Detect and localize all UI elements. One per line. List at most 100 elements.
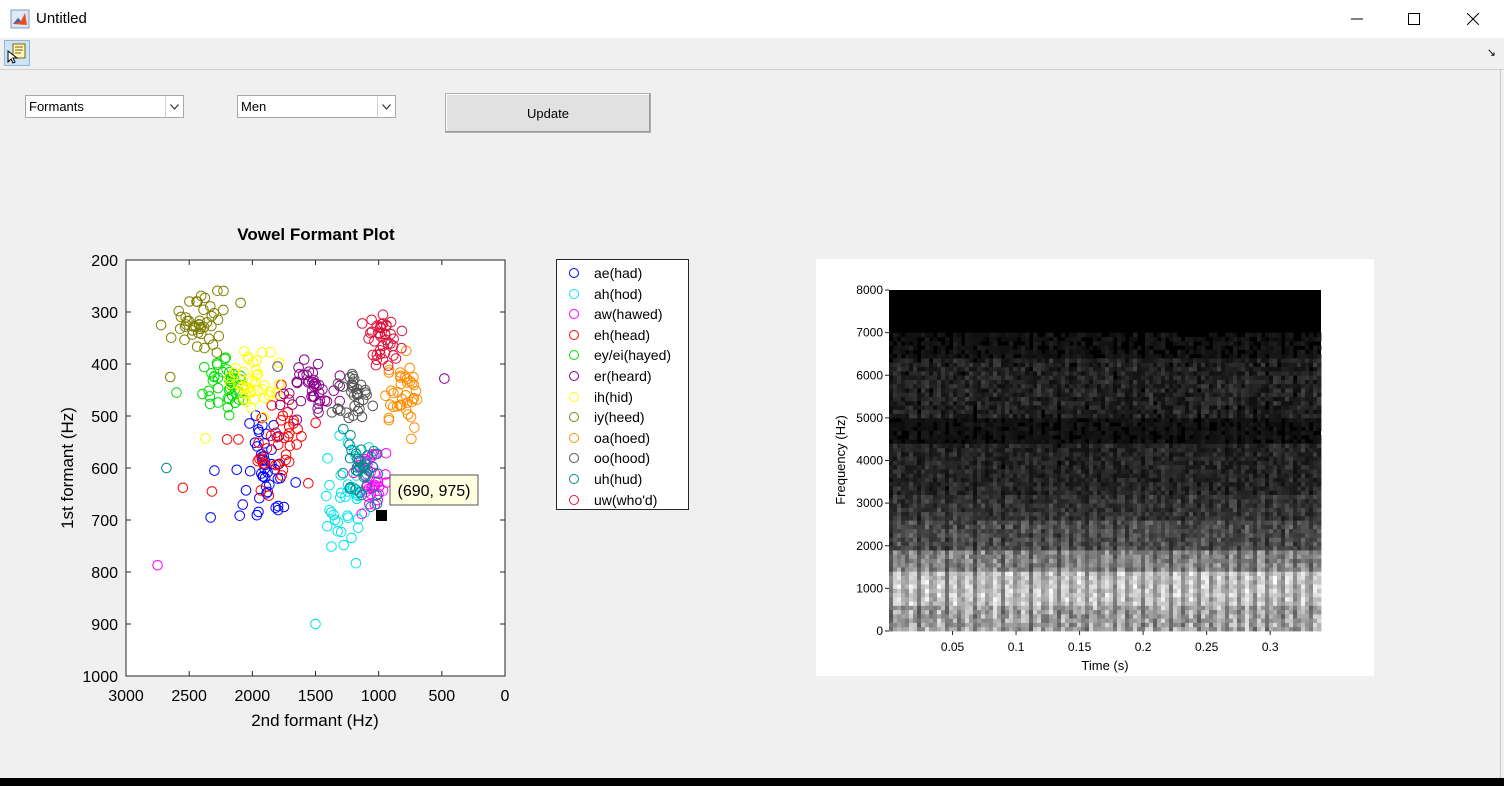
spectrogram-cell (969, 383, 974, 389)
spectrogram-cell (909, 358, 914, 363)
spectrogram-cell (1101, 588, 1106, 594)
legend-item[interactable]: uw(who'd) (569, 490, 657, 510)
spectrogram-cell (965, 507, 970, 513)
spectrogram-cell (1041, 434, 1046, 440)
spectrogram-cell (1045, 349, 1050, 355)
close-button[interactable] (1450, 0, 1496, 38)
legend[interactable]: ae(had) ah(hod) aw(hawed) eh(head) ey/ei(hay… (556, 259, 689, 510)
spectrogram-cell (1137, 439, 1142, 444)
spectrogram-cell (1037, 486, 1042, 491)
spectrogram-cell (1141, 430, 1146, 436)
legend-item[interactable]: er(heard) (569, 366, 652, 386)
spectrogram-cell (969, 473, 974, 478)
spectrogram-cell (1005, 413, 1010, 419)
spectrogram-cell (1129, 413, 1134, 419)
spectrogram-cell (901, 447, 906, 453)
spectrogram-cell (1129, 362, 1134, 368)
spectrogram-cell (973, 503, 978, 508)
spectrogram-cell (953, 567, 958, 572)
spectrogram-cell (901, 584, 906, 589)
spectrogram-cell (953, 524, 958, 530)
plot-type-dropdown[interactable]: Formants (25, 95, 184, 118)
spectrogram-cell (1069, 349, 1074, 355)
spectrogram-cell (1045, 405, 1050, 410)
legend-item[interactable]: oa(hoed) (569, 428, 650, 448)
toolbar-dock-arrow[interactable]: ↘ (1487, 46, 1496, 59)
spectrogram-cell (1081, 601, 1086, 606)
spectrogram-cell (961, 447, 966, 453)
spectrogram-cell (1061, 426, 1066, 432)
spectrogram-cell (1049, 575, 1054, 581)
spectrogram-cell (1141, 609, 1146, 615)
spectrogram-cell (1077, 545, 1082, 551)
spectrogram-plot[interactable]: 0.05 0.1 0.15 0.2 0.25 0.30100020003000400050… (816, 259, 1374, 676)
spectrogram-cell (973, 558, 978, 564)
spectrogram-cell (1113, 379, 1118, 385)
spectrogram-cell (993, 507, 998, 513)
spectrogram-cell (909, 473, 914, 478)
spectrogram-cell (1141, 456, 1146, 461)
spectrogram-cell (1109, 524, 1114, 530)
spectrogram-cell (1105, 469, 1110, 474)
spectrogram-cell (961, 353, 966, 359)
spectrogram-cell (1065, 400, 1070, 406)
legend-item[interactable]: ih(hid) (569, 387, 633, 407)
spectrogram-cell (893, 613, 898, 619)
spectrogram-cell (905, 520, 910, 525)
spectrogram-cell (925, 503, 930, 508)
legend-item[interactable]: iy(heed) (569, 407, 645, 427)
group-dropdown[interactable]: Men (237, 95, 396, 118)
spectrogram-cell (961, 396, 966, 402)
legend-item[interactable]: ae(had) (569, 263, 642, 283)
formant-scatter-plot[interactable]: 3000 2500 2000 1500 1000 500 02003004005006007… (50, 250, 530, 735)
minimize-button[interactable] (1334, 0, 1380, 38)
spectrogram-cell (1057, 464, 1062, 470)
spectrogram-cell (889, 575, 894, 581)
spectrogram-cell (1001, 571, 1006, 576)
spectrogram-cell (913, 439, 918, 444)
spectrogram-cell (1041, 571, 1046, 576)
spectrogram-cell (945, 358, 950, 363)
legend-item[interactable]: ah(hod) (569, 284, 642, 304)
spectrogram-cell (1141, 503, 1146, 508)
spectrogram-cell (1085, 507, 1090, 513)
spectrogram-cell (925, 456, 930, 461)
spectrogram-cell (961, 622, 966, 628)
spectrogram-cell (1129, 486, 1134, 491)
spectrogram-cell (985, 524, 990, 530)
spectrogram-cell (1113, 601, 1118, 606)
spectrogram-cell (973, 443, 978, 449)
spectrogram-cell (1037, 481, 1042, 487)
spectrogram-cell (917, 413, 922, 419)
spectrogram-cell (1141, 392, 1146, 397)
plot-type-value: Formants (29, 99, 84, 114)
spectrogram-cell (1077, 494, 1082, 500)
maximize-button[interactable] (1391, 0, 1437, 38)
spectrogram-cell (1029, 537, 1034, 542)
spectrogram-cell (1061, 388, 1066, 393)
legend-item[interactable]: eh(head) (569, 325, 650, 345)
spectrogram-cell (1057, 592, 1062, 598)
legend-item[interactable]: ey/ei(hayed) (569, 345, 671, 365)
legend-item[interactable]: oo(hood) (569, 448, 650, 468)
legend-item[interactable]: aw(hawed) (569, 304, 662, 324)
spectrogram-cell (897, 409, 902, 415)
spectrogram-cell (1133, 601, 1138, 606)
spectrogram-cell (1001, 490, 1006, 495)
spectrogram-cell (1077, 332, 1082, 338)
spectrogram-cell (1077, 528, 1082, 534)
edit-plot-button[interactable] (4, 40, 30, 66)
spectrogram-cell (929, 550, 934, 555)
spectrogram-cell (953, 528, 958, 534)
spectrogram-cell (973, 422, 978, 427)
spectrogram-cell (1077, 477, 1082, 483)
update-button[interactable]: Update (445, 93, 651, 133)
spectrogram-cell (1117, 362, 1122, 368)
spectrogram-cell (1141, 584, 1146, 589)
spectrogram-cell (1017, 396, 1022, 402)
spectrogram-cell (981, 613, 986, 619)
spectrogram-cell (1041, 584, 1046, 589)
spectrogram-cell (913, 434, 918, 440)
legend-item[interactable]: uh(hud) (569, 469, 642, 489)
spectrogram-cell (1029, 477, 1034, 483)
